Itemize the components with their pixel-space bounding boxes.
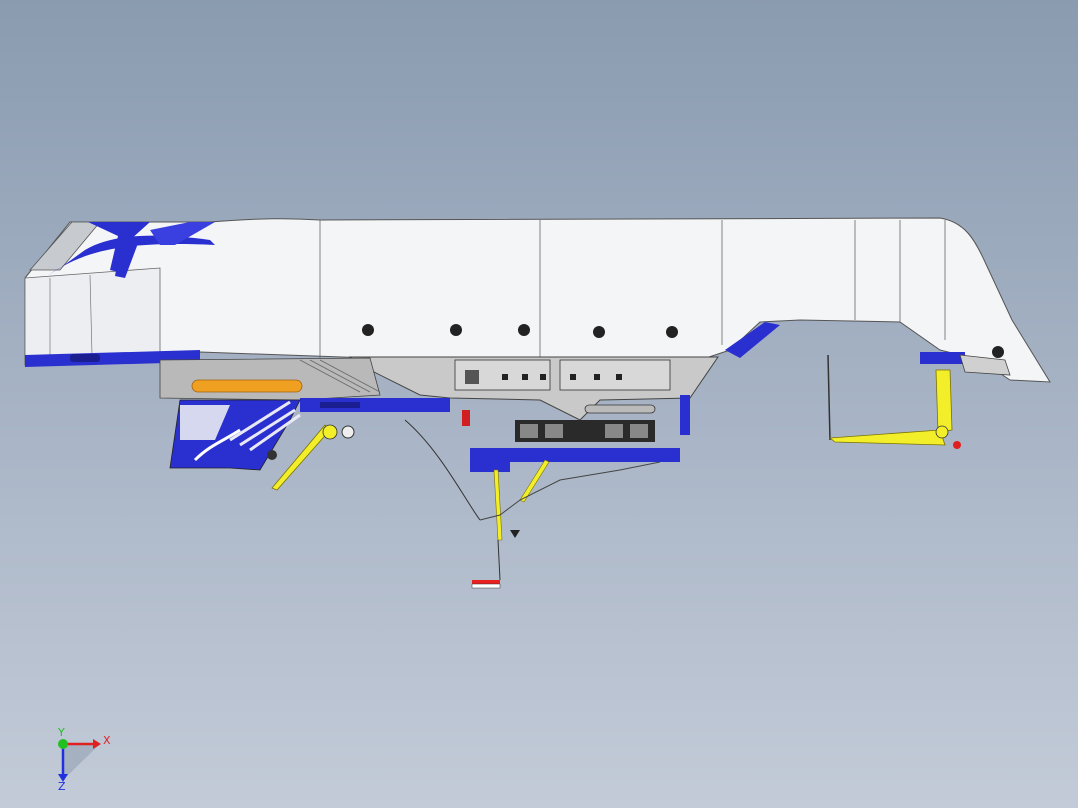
triad-shadow: [63, 744, 100, 780]
y-axis-label: Y: [57, 726, 65, 739]
x-axis-label: X: [103, 734, 111, 747]
z-axis-label: Z: [58, 780, 66, 793]
y-axis-dot: [58, 739, 68, 749]
x-axis-arrow: [93, 739, 101, 749]
cad-viewport[interactable]: X Y Z: [0, 0, 1078, 808]
axis-triad[interactable]: X Y Z: [0, 0, 1078, 808]
